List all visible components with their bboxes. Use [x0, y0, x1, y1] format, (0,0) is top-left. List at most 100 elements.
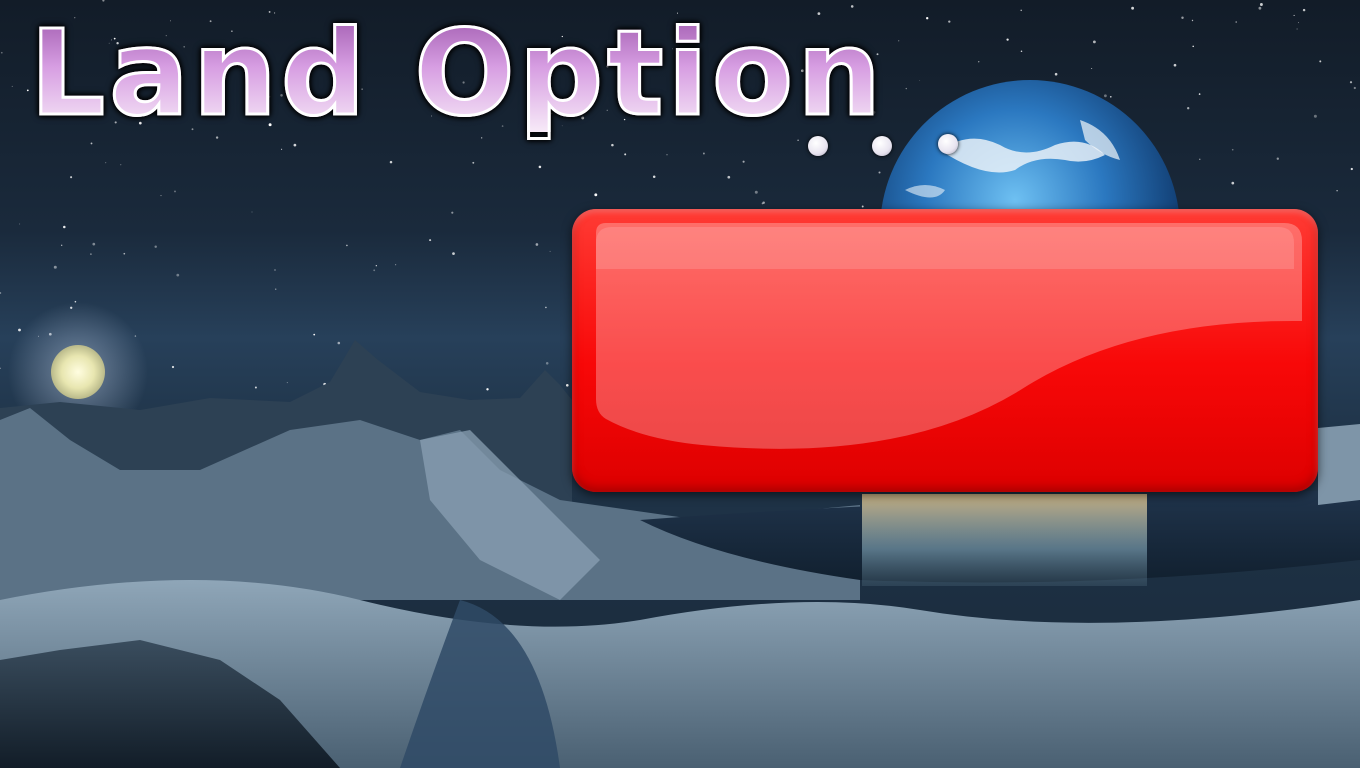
star — [254, 386, 257, 389]
star — [92, 242, 96, 246]
right-shore — [1318, 424, 1360, 505]
star — [281, 148, 283, 150]
star — [742, 160, 745, 163]
star — [18, 328, 21, 332]
star — [594, 193, 598, 197]
star — [123, 252, 126, 255]
star — [1181, 16, 1184, 20]
star — [90, 253, 92, 255]
game-screen: Land Option — [0, 0, 1360, 768]
star — [1104, 94, 1107, 98]
ellipsis-dot-2 — [872, 136, 892, 156]
star — [1092, 40, 1096, 44]
star — [1198, 93, 1201, 95]
star — [545, 306, 547, 309]
star — [1296, 28, 1298, 30]
star — [120, 164, 122, 166]
star — [1235, 21, 1237, 23]
star — [1276, 157, 1279, 160]
star — [1187, 107, 1190, 110]
star — [70, 176, 73, 179]
star — [727, 175, 731, 179]
star — [11, 85, 13, 87]
star — [754, 190, 758, 194]
star — [1313, 114, 1317, 118]
star — [105, 162, 107, 164]
star — [926, 17, 929, 20]
star — [293, 143, 297, 147]
star — [346, 244, 348, 247]
star — [472, 161, 475, 164]
star — [63, 225, 66, 229]
star — [1353, 86, 1356, 90]
star — [274, 288, 277, 290]
star — [978, 61, 980, 63]
star — [19, 223, 21, 225]
star — [652, 175, 656, 178]
star — [1293, 14, 1295, 16]
star — [61, 244, 63, 246]
planet-reflection — [862, 494, 1147, 586]
star — [1349, 81, 1353, 84]
star — [666, 154, 668, 156]
star — [1054, 72, 1058, 76]
star — [1319, 60, 1322, 63]
star — [1191, 19, 1194, 22]
star — [0, 292, 2, 294]
star — [905, 87, 907, 90]
star — [174, 190, 176, 193]
star — [451, 211, 454, 214]
star — [373, 269, 376, 272]
star — [1020, 50, 1023, 52]
star — [1298, 22, 1299, 24]
star — [274, 269, 276, 271]
star — [313, 333, 316, 336]
star — [919, 79, 921, 81]
star — [535, 243, 539, 246]
star — [452, 252, 455, 255]
ellipsis-dot-1 — [808, 136, 828, 156]
star — [1259, 3, 1263, 6]
star — [102, 0, 105, 2]
star — [1192, 45, 1194, 48]
star — [1231, 148, 1234, 151]
ellipsis-dot-3 — [938, 134, 958, 154]
star — [171, 365, 175, 369]
page-title: Land Option — [28, 4, 886, 142]
star — [176, 273, 180, 277]
star — [1231, 181, 1235, 185]
star — [538, 165, 542, 169]
star — [160, 195, 162, 197]
star — [566, 384, 569, 387]
star — [486, 388, 489, 391]
star — [389, 160, 393, 164]
star — [395, 264, 397, 266]
star — [53, 265, 57, 269]
star — [0, 367, 1, 370]
star — [1020, 9, 1022, 12]
star — [898, 40, 900, 42]
star — [878, 171, 881, 174]
star — [1350, 167, 1353, 171]
star — [624, 153, 627, 156]
star — [545, 362, 549, 365]
star — [762, 201, 765, 204]
star — [1006, 38, 1009, 41]
star — [429, 239, 432, 242]
answer-button[interactable] — [572, 209, 1318, 492]
star — [26, 89, 29, 92]
star — [1109, 95, 1112, 98]
star — [702, 152, 705, 155]
star — [286, 382, 288, 384]
star — [1302, 8, 1306, 12]
button-gloss-highlight — [596, 223, 1302, 449]
star — [861, 205, 864, 208]
star — [611, 143, 614, 147]
star — [549, 250, 551, 252]
star — [337, 341, 341, 345]
star — [251, 211, 253, 213]
star — [1258, 6, 1262, 10]
star — [1336, 190, 1338, 192]
star — [154, 245, 157, 248]
moon-icon — [51, 345, 105, 399]
